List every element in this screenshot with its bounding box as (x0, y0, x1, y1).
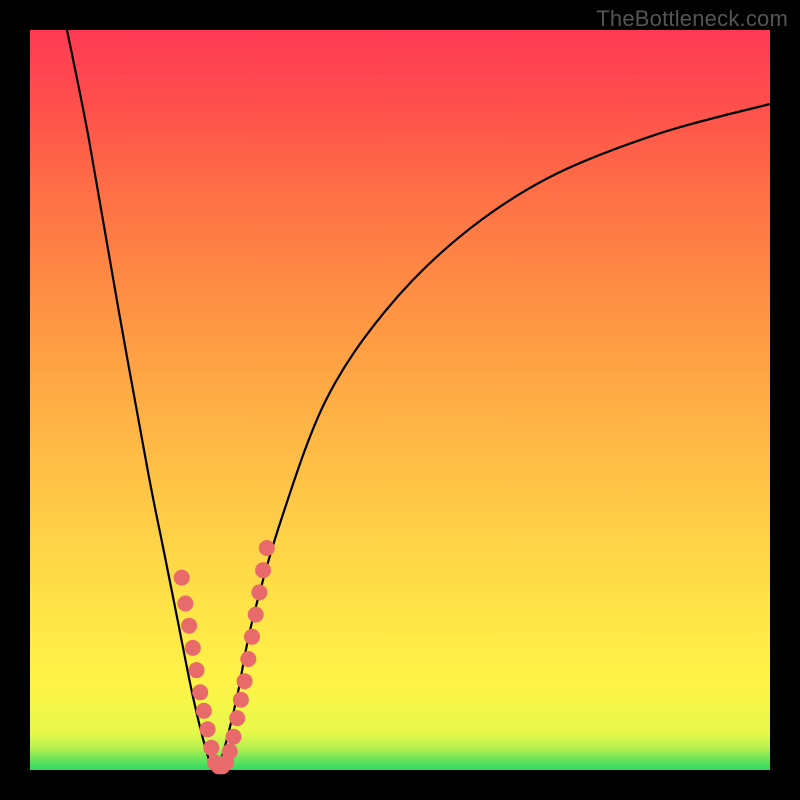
data-marker (181, 618, 197, 634)
data-marker (229, 710, 245, 726)
plot-area (30, 30, 770, 770)
data-marker (255, 562, 271, 578)
watermark-text: TheBottleneck.com (596, 6, 788, 32)
data-marker (237, 673, 253, 689)
data-marker (192, 684, 208, 700)
data-marker (174, 570, 190, 586)
data-marker (203, 740, 219, 756)
data-marker (259, 540, 275, 556)
data-marker (233, 692, 249, 708)
chart-frame: TheBottleneck.com (0, 0, 800, 800)
curve-layer (30, 30, 770, 770)
data-marker (189, 662, 205, 678)
data-marker (244, 629, 260, 645)
data-marker (177, 596, 193, 612)
data-marker (226, 729, 242, 745)
data-marker (185, 640, 201, 656)
data-marker (222, 744, 238, 760)
data-marker (196, 703, 212, 719)
data-marker (248, 607, 264, 623)
bottleneck-curve (67, 30, 770, 770)
marker-group (174, 540, 275, 774)
data-marker (240, 651, 256, 667)
data-marker (200, 721, 216, 737)
data-marker (251, 584, 267, 600)
